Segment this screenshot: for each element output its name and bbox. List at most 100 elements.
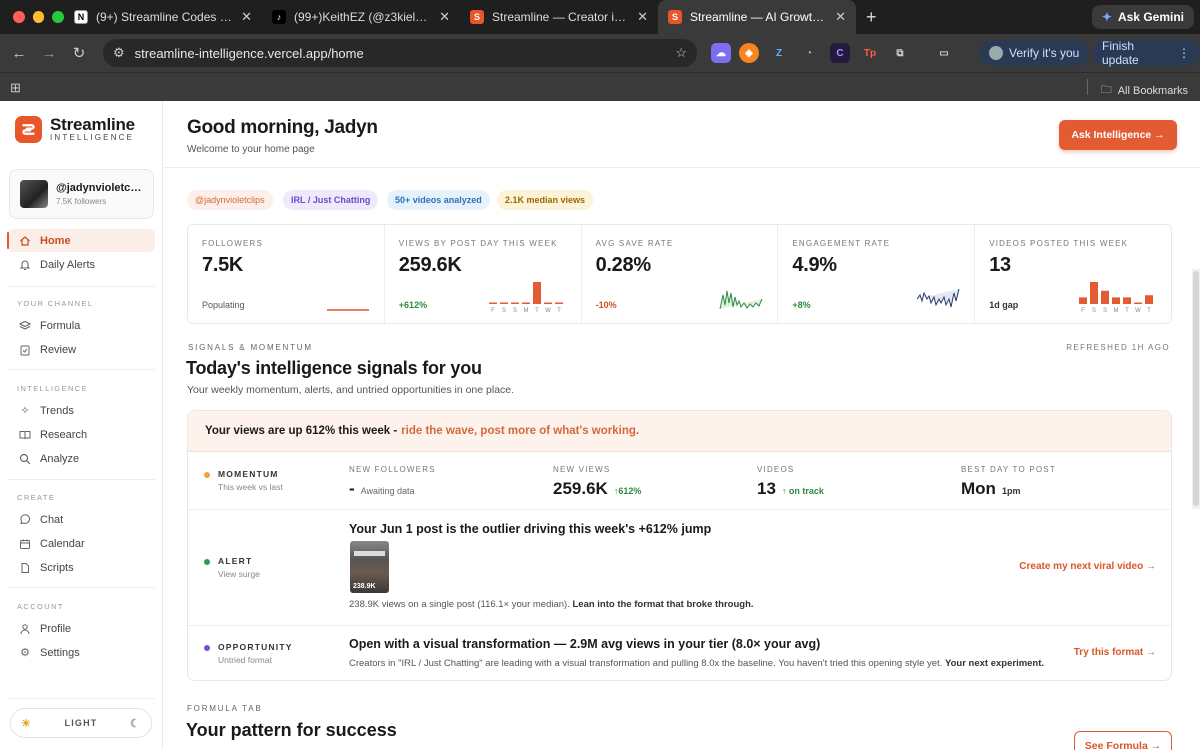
sidebar-item-label: Chat — [40, 513, 64, 526]
sun-icon: ☀ — [21, 717, 33, 730]
sidebar-item-profile[interactable]: Profile — [7, 617, 155, 640]
alert-foot-bold: Lean into the format that broke through. — [572, 599, 754, 610]
home-icon — [19, 235, 31, 247]
finish-update-button[interactable]: Finish update ⋮ — [1092, 39, 1200, 67]
stat-videos-posted[interactable]: VIDEOS POSTED THIS WEEK 13 1d gap F S S M T W… — [975, 225, 1171, 323]
brand-logo[interactable]: Streamline INTELLIGENCE — [15, 116, 135, 143]
extensions-puzzle-icon[interactable]: ⧉ — [890, 43, 910, 63]
followers-sparkline — [326, 309, 369, 311]
user-icon — [19, 623, 31, 635]
profile-handle: @jadynvioletclips — [56, 182, 142, 194]
section-tag: FORMULA TAB — [187, 704, 263, 713]
profile-card[interactable]: @jadynvioletclips 7.5K followers — [9, 169, 154, 219]
sidebar-item-analyze[interactable]: Analyze — [7, 447, 155, 470]
stat-views-by-day[interactable]: VIEWS BY POST DAY THIS WEEK 259.6K +612%… — [385, 225, 582, 323]
extension-z-icon[interactable]: Z — [769, 43, 789, 63]
scrollbar[interactable] — [1192, 269, 1200, 509]
close-tab-icon[interactable]: ✕ — [835, 9, 846, 25]
browser-tab-active[interactable]: S Streamline — AI Growth OS fo ✕ — [658, 0, 856, 34]
extension-car-icon[interactable]: ◔ — [799, 43, 819, 63]
bookmark-star-icon[interactable]: ☆ — [675, 45, 687, 61]
bar — [1133, 302, 1142, 304]
close-window-button[interactable] — [13, 11, 25, 23]
bar — [1100, 290, 1109, 304]
sidebar-item-chat[interactable]: Chat — [7, 508, 155, 531]
bar — [543, 302, 552, 304]
kebab-menu-icon[interactable]: ⋮ — [1178, 46, 1190, 60]
bar — [1111, 297, 1120, 304]
stat-engagement-rate[interactable]: ENGAGEMENT RATE 4.9% +8% — [778, 225, 976, 323]
thumbnail-views: 238.9K — [353, 583, 376, 590]
sidebar-item-settings[interactable]: ⚙ Settings — [7, 641, 155, 664]
sidebar-item-home[interactable]: Home — [7, 229, 155, 252]
all-bookmarks-button[interactable]: 🗀 All Bookmarks — [1101, 81, 1188, 100]
ask-gemini-button[interactable]: ✦ Ask Gemini — [1091, 5, 1194, 29]
theme-toggle[interactable]: ☀ LIGHT ☾ — [10, 708, 152, 738]
create-viral-video-link[interactable]: Create my next viral video → — [1019, 561, 1156, 572]
back-arrow-icon[interactable]: ← — [4, 45, 34, 62]
stat-save-rate[interactable]: AVG SAVE RATE 0.28% -10% — [582, 225, 779, 323]
try-format-link[interactable]: Try this format → — [1074, 647, 1156, 658]
day-tick-label: T — [1125, 308, 1129, 313]
extension-c-icon[interactable]: C — [830, 43, 850, 63]
sidebar-item-calendar[interactable]: Calendar — [7, 532, 155, 555]
moon-icon: ☾ — [129, 717, 141, 730]
metric-value: 13 — [757, 479, 776, 498]
bookmarks-bar: ⊞ 🗀 All Bookmarks — [0, 72, 1200, 101]
page-header: Good morning, Jadyn Welcome to your home… — [164, 101, 1200, 168]
day-tick-label: W — [545, 308, 551, 313]
sidebar-item-daily-alerts[interactable]: Daily Alerts — [7, 253, 155, 276]
sidebar-item-research[interactable]: Research — [7, 423, 155, 446]
browser-tab[interactable]: S Streamline — Creator intellige ✕ — [460, 0, 658, 34]
close-tab-icon[interactable]: ✕ — [637, 9, 648, 25]
signals-subtitle: Your weekly momentum, alerts, and untrie… — [187, 384, 515, 396]
tab-search-icon[interactable]: ▭ — [934, 43, 954, 63]
apps-grid-icon[interactable]: ⊞ — [10, 80, 21, 96]
category-chip: IRL / Just Chatting — [283, 190, 379, 210]
tab-title: Streamline — AI Growth OS fo — [690, 10, 827, 24]
day-tick-label: M — [523, 308, 528, 313]
ask-intelligence-button[interactable]: Ask Intelligence → — [1059, 120, 1177, 150]
reload-icon[interactable]: ↻ — [64, 44, 94, 62]
minimize-window-button[interactable] — [32, 11, 45, 23]
sidebar-item-trends[interactable]: ✧ Trends — [7, 399, 155, 422]
page-subtitle: Welcome to your home page — [187, 144, 315, 155]
sidebar-item-label: Analyze — [40, 452, 80, 465]
verify-profile-button[interactable]: Verify it's you — [979, 40, 1090, 66]
bar — [1078, 297, 1087, 304]
opportunity-body-bold: Your next experiment. — [944, 658, 1045, 669]
address-bar[interactable]: ⚙ streamline-intelligence.vercel.app/hom… — [103, 39, 697, 67]
handle-chip: @jadynvioletclips — [187, 190, 273, 210]
close-tab-icon[interactable]: ✕ — [241, 9, 252, 25]
new-tab-button[interactable]: + — [856, 7, 887, 28]
sidebar-item-scripts[interactable]: Scripts — [7, 556, 155, 579]
browser-tab[interactable]: ♪ (99+)KeithEZ (@z3kiel) | TikT ✕ — [262, 0, 460, 34]
folder-icon: 🗀 — [1100, 84, 1112, 96]
day-tick-label: S — [1103, 308, 1107, 313]
video-thumbnail[interactable]: 238.9K — [350, 541, 389, 593]
sidebar-item-formula[interactable]: Formula — [7, 314, 155, 337]
scrollbar-thumb[interactable] — [1193, 271, 1199, 506]
bar — [1089, 282, 1098, 304]
close-tab-icon[interactable]: ✕ — [439, 9, 450, 25]
sidebar-item-label: Scripts — [40, 561, 74, 574]
sidebar-item-review[interactable]: Review — [7, 338, 155, 361]
metric-value: - — [349, 479, 355, 498]
browser-tab[interactable]: N (9+) Streamline Codes | Notio ✕ — [64, 0, 262, 34]
metamask-fox-icon[interactable]: ◆ — [739, 43, 759, 63]
day-tick-label: F — [491, 308, 495, 313]
extension-cloud-icon[interactable]: ☁ — [711, 43, 731, 63]
sparkle-icon: ✧ — [20, 405, 30, 417]
document-icon — [19, 562, 31, 574]
extension-tp-icon[interactable]: Tp — [860, 43, 880, 63]
site-settings-icon[interactable]: ⚙ — [113, 45, 125, 61]
day-tick-label: M — [1113, 308, 1118, 313]
see-formula-button[interactable]: See Formula → — [1074, 731, 1172, 750]
stat-followers[interactable]: FOLLOWERS 7.5K Populating — [188, 225, 385, 323]
alert-dot-icon — [204, 559, 210, 565]
sidebar-divider — [8, 698, 155, 699]
forward-arrow-icon[interactable]: → — [34, 45, 64, 62]
brand-subtitle: INTELLIGENCE — [50, 133, 135, 142]
maximize-window-button[interactable] — [52, 11, 65, 23]
clipboard-check-icon — [19, 344, 31, 356]
